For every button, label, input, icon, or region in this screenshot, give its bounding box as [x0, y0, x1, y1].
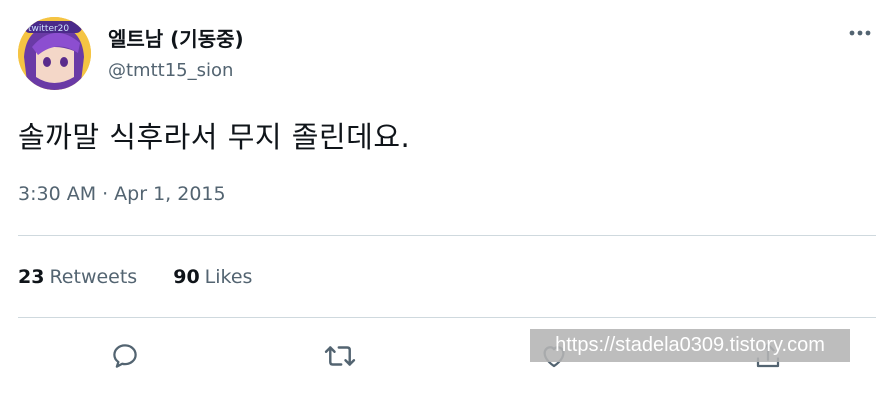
retweet-icon: [324, 346, 356, 366]
tweet-timestamp[interactable]: 3:30 AM · Apr 1, 2015: [18, 183, 226, 205]
avatar-text: twitter20: [28, 24, 69, 34]
tweet-text: 솔까말 식후라서 무지 졸린데요.: [18, 120, 411, 154]
more-options-button[interactable]: [845, 22, 875, 44]
tweet-date[interactable]: Apr 1, 2015: [114, 183, 225, 205]
engagement-stats: 23 Retweets 90 Likes: [18, 266, 252, 288]
likes-label: Likes: [204, 266, 253, 288]
divider: [18, 317, 876, 318]
likes-stat[interactable]: 90 Likes: [173, 266, 252, 288]
reply-icon: [113, 344, 137, 368]
tweet-time[interactable]: 3:30 AM: [18, 183, 96, 205]
author-display-name[interactable]: 엘트남 (기동중): [108, 23, 244, 52]
author-handle[interactable]: @tmtt15_sion: [108, 60, 233, 81]
avatar-image: twitter20: [18, 17, 91, 90]
likes-count: 90: [173, 266, 200, 288]
retweets-count: 23: [18, 266, 45, 288]
retweets-stat[interactable]: 23 Retweets: [18, 266, 137, 288]
meta-separator: ·: [102, 183, 109, 205]
more-horizontal-icon: [849, 30, 871, 36]
divider: [18, 235, 876, 236]
retweet-button[interactable]: [322, 338, 358, 374]
watermark: https://stadela0309.tistory.com: [530, 329, 850, 362]
reply-button[interactable]: [107, 338, 143, 374]
avatar[interactable]: twitter20: [18, 17, 91, 90]
retweets-label: Retweets: [49, 266, 138, 288]
